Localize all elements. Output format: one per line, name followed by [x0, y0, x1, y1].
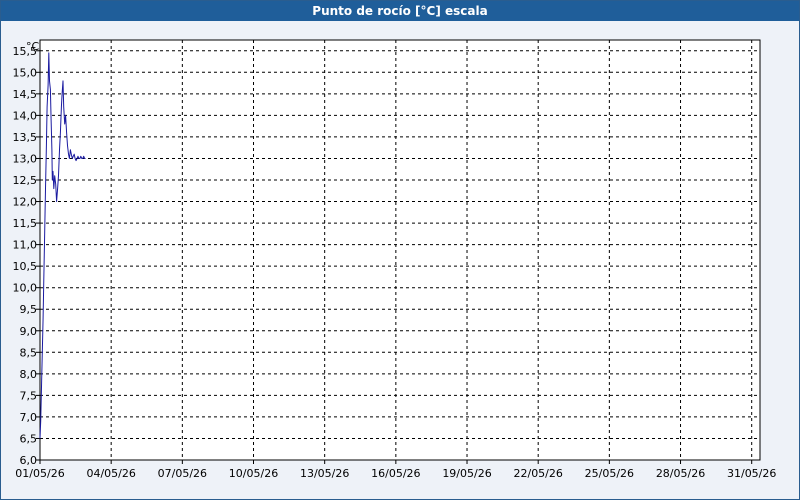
x-tick-label: 01/05/26 [15, 467, 64, 480]
y-tick-label: 14,0 [13, 109, 38, 122]
x-tick-label: 19/05/26 [442, 467, 491, 480]
y-tick-label: 8,5 [20, 346, 38, 359]
x-tick-label: 22/05/26 [513, 467, 562, 480]
y-tick-label: 15,0 [13, 66, 38, 79]
x-tick-label: 25/05/26 [585, 467, 634, 480]
x-tick-label: 28/05/26 [656, 467, 705, 480]
x-axis-ticks: 01/05/26 04/05/26 07/05/26 10/05/26 13/05/26… [15, 460, 776, 480]
y-tick-label: 12,5 [13, 174, 38, 187]
y-tick-label: 13,0 [13, 152, 38, 165]
y-tick-label: 10,5 [13, 260, 38, 273]
x-tick-label: 13/05/26 [300, 467, 349, 480]
y-tick-label: 12,0 [13, 196, 38, 209]
y-tick-label: 11,5 [13, 217, 38, 230]
y-axis-ticks: 6,0 6,5 7,0 7,5 8,0 8,5 9,0 9,5 10,0 10,5 11,0 11,5… [13, 45, 40, 467]
y-tick-label: 9,5 [20, 303, 38, 316]
y-tick-label: 11,0 [13, 239, 38, 252]
y-tick-label: 7,0 [20, 411, 38, 424]
x-tick-label: 16/05/26 [371, 467, 420, 480]
y-tick-label: 7,5 [20, 389, 38, 402]
y-axis-unit-label: °C [26, 40, 40, 53]
y-tick-label: 6,5 [20, 432, 38, 445]
x-tick-label: 07/05/26 [158, 467, 207, 480]
x-tick-label: 10/05/26 [229, 467, 278, 480]
y-tick-label: 6,0 [20, 454, 38, 467]
x-tick-label: 31/05/26 [727, 467, 776, 480]
y-tick-label: 14,5 [13, 88, 38, 101]
plot-area [39, 39, 761, 461]
y-tick-label: 9,0 [20, 325, 38, 338]
chart-svg: 01/05/26 04/05/26 07/05/26 10/05/26 13/05/26… [13, 39, 776, 480]
y-tick-label: 13,5 [13, 131, 38, 144]
y-tick-label: 10,0 [13, 282, 38, 295]
x-tick-label: 04/05/26 [86, 467, 135, 480]
y-tick-label: 8,0 [20, 368, 38, 381]
